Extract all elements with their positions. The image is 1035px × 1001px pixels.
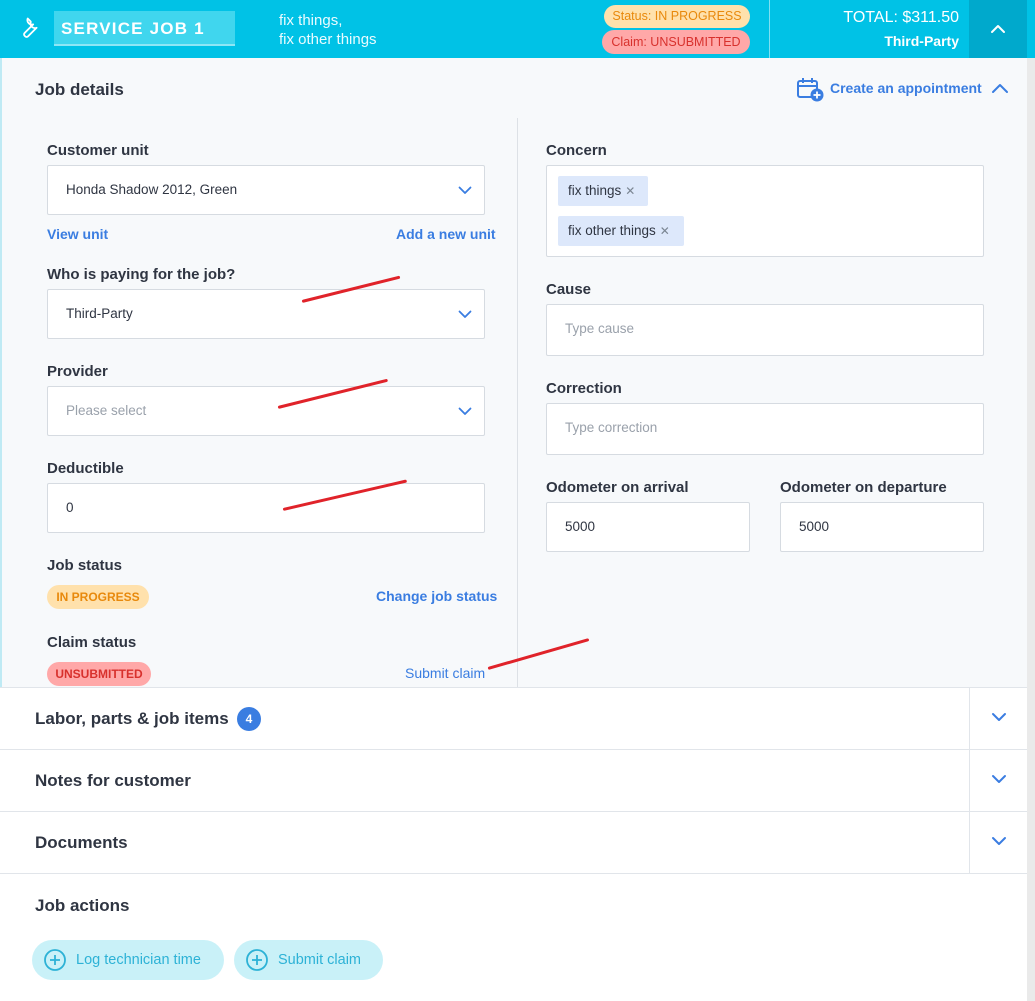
odometer-departure-label: Odometer on departure [780, 479, 947, 496]
section-title: Labor, parts & job items [35, 709, 229, 728]
header-divider [769, 0, 770, 58]
concern-tag: fix things ✕ [558, 176, 648, 206]
expand-toggle[interactable] [969, 812, 1027, 873]
chevron-down-icon [992, 837, 1006, 845]
button-label: Log technician time [76, 952, 201, 968]
expand-toggle[interactable] [969, 688, 1027, 749]
job-description-line: fix things, [279, 12, 343, 29]
view-unit-link[interactable]: View unit [47, 226, 108, 242]
section-title: Job details [35, 80, 124, 99]
claim-badge: Claim: UNSUBMITTED [602, 30, 750, 54]
plus-circle-icon [44, 949, 66, 971]
wrench-icon [16, 16, 40, 40]
correction-label: Correction [546, 380, 622, 397]
job-total: TOTAL: $311.50 [843, 9, 959, 26]
remove-tag-icon[interactable]: ✕ [625, 184, 635, 198]
labor-parts-section[interactable]: Labor, parts & job items 4 [0, 687, 1027, 749]
concern-tag: fix other things ✕ [558, 216, 684, 246]
odometer-arrival-label: Odometer on arrival [546, 479, 689, 496]
create-appointment-icon[interactable] [797, 77, 825, 103]
create-appointment-link[interactable]: Create an appointment [830, 80, 982, 96]
concern-tag-label: fix things [568, 183, 622, 198]
chevron-up-icon [991, 25, 1005, 33]
odometer-departure-input[interactable]: 5000 [780, 502, 984, 552]
status-badge: Status: IN PROGRESS [604, 5, 750, 28]
payer-label: Who is paying for the job? [47, 266, 236, 283]
button-label: Submit claim [278, 952, 361, 968]
chevron-down-icon [458, 310, 472, 318]
deductible-input[interactable]: 0 [47, 483, 485, 533]
concern-tag-input[interactable]: fix things ✕ fix other things ✕ [546, 165, 984, 257]
submit-claim-button[interactable]: Submit claim [234, 940, 383, 980]
cause-placeholder: Type cause [565, 321, 635, 336]
customer-unit-label: Customer unit [47, 142, 149, 159]
job-payer: Third-Party [884, 33, 959, 49]
job-title-field[interactable]: SERVICE JOB 1 [54, 11, 235, 46]
provider-select[interactable]: Please select [47, 386, 485, 436]
deductible-value: 0 [66, 500, 74, 515]
job-status-badge: IN PROGRESS [47, 585, 149, 609]
chevron-up-icon[interactable] [991, 81, 1009, 95]
correction-placeholder: Type correction [565, 420, 658, 435]
notes-section[interactable]: Notes for customer [0, 749, 1027, 811]
chevron-down-icon [458, 186, 472, 194]
submit-claim-link[interactable]: Submit claim [405, 665, 485, 681]
provider-placeholder: Please select [66, 403, 147, 418]
plus-circle-icon [246, 949, 268, 971]
chevron-down-icon [458, 407, 472, 415]
cause-label: Cause [546, 281, 592, 298]
log-technician-time-button[interactable]: Log technician time [32, 940, 224, 980]
expand-toggle[interactable] [969, 750, 1027, 811]
odometer-departure-value: 5000 [799, 519, 830, 534]
column-divider [517, 118, 518, 687]
scrollbar[interactable] [1027, 58, 1035, 1001]
concern-label: Concern [546, 142, 607, 159]
chevron-down-icon [992, 713, 1006, 721]
job-status-label: Job status [47, 557, 123, 574]
job-title: SERVICE JOB 1 [61, 19, 205, 38]
chevron-down-icon [992, 775, 1006, 783]
odometer-arrival-value: 5000 [565, 519, 596, 534]
payer-value: Third-Party [66, 306, 133, 321]
remove-tag-icon[interactable]: ✕ [660, 224, 670, 238]
change-job-status-link[interactable]: Change job status [376, 588, 497, 604]
job-header: SERVICE JOB 1 fix things, fix other thin… [0, 0, 1035, 58]
section-title: Job actions [35, 896, 130, 915]
customer-unit-select[interactable]: Honda Shadow 2012, Green [47, 165, 485, 215]
job-description: fix things, fix other things [279, 11, 377, 49]
job-description-line: fix other things [279, 31, 377, 48]
odometer-arrival-input[interactable]: 5000 [546, 502, 750, 552]
concern-tag-label: fix other things [568, 223, 656, 238]
customer-unit-value: Honda Shadow 2012, Green [66, 182, 238, 197]
add-unit-link[interactable]: Add a new unit [396, 226, 496, 242]
deductible-label: Deductible [47, 460, 124, 477]
claim-status-badge: UNSUBMITTED [47, 662, 151, 686]
correction-input[interactable]: Type correction [546, 403, 984, 455]
section-title: Documents [35, 833, 128, 852]
cause-input[interactable]: Type cause [546, 304, 984, 356]
job-details-panel: Job details Create an appointment Custom… [0, 58, 1027, 687]
item-count-badge: 4 [237, 707, 261, 731]
section-title: Notes for customer [35, 771, 191, 790]
header-collapse-button[interactable] [969, 0, 1027, 58]
claim-status-label: Claim status [47, 634, 137, 651]
job-actions-section: Job actions Log technician time Submit c… [0, 873, 1027, 1001]
documents-section[interactable]: Documents [0, 811, 1027, 873]
provider-label: Provider [47, 363, 108, 380]
payer-select[interactable]: Third-Party [47, 289, 485, 339]
